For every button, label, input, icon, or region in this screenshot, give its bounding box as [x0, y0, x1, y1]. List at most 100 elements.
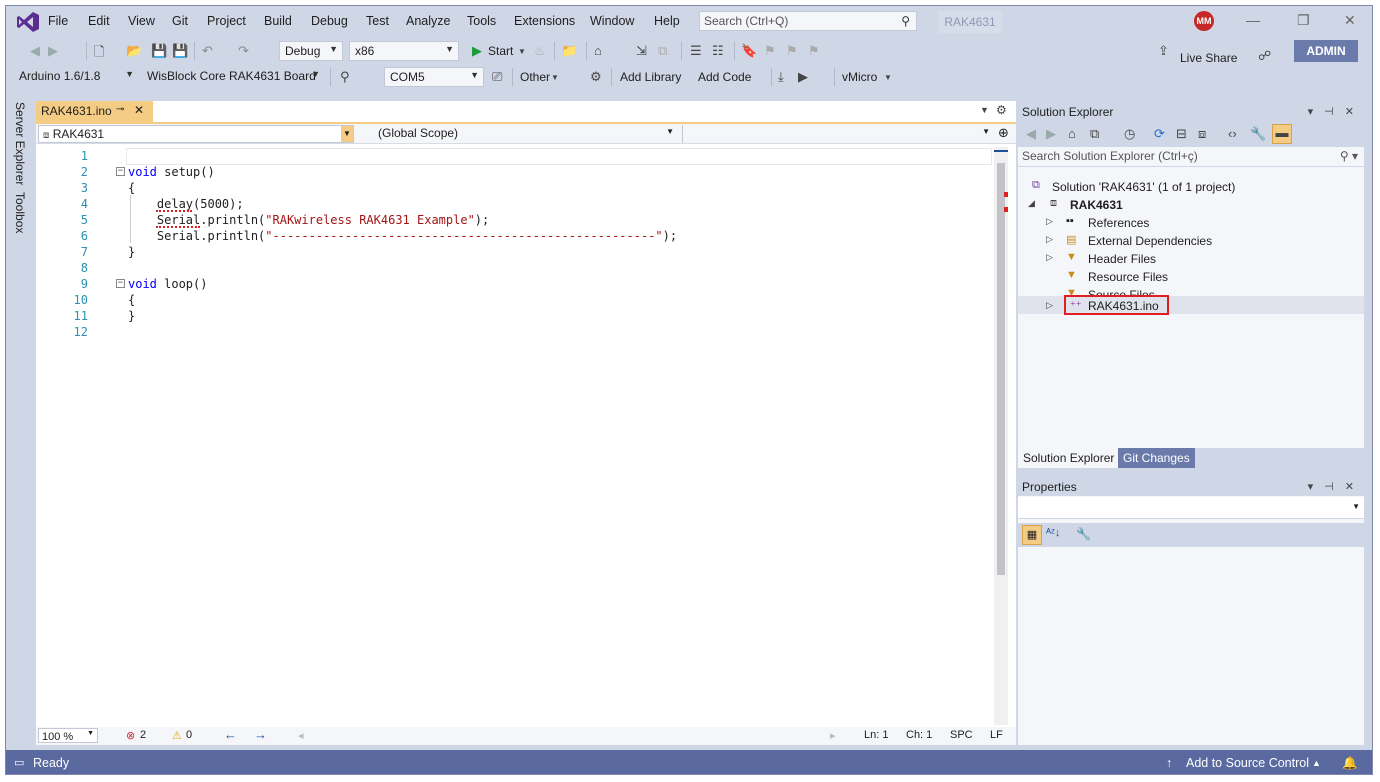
collapsed-arrow-icon[interactable]: ▷	[1046, 300, 1053, 311]
indent-mode[interactable]: SPC	[950, 729, 973, 741]
alphabetical-sort-icon[interactable]: ᴬᶻ↓	[1046, 527, 1060, 539]
back-icon[interactable]: ◀	[1026, 126, 1036, 142]
save-icon[interactable]: 💾	[151, 43, 167, 59]
collapse-icon[interactable]: −	[116, 279, 125, 288]
menu-git[interactable]: Git	[172, 14, 188, 28]
start-button[interactable]: Start	[488, 44, 513, 58]
copy-icon[interactable]: ⧉	[658, 43, 667, 59]
tree-item-external-dependencies[interactable]: ▷ ▤ External Dependencies	[1046, 232, 1346, 250]
uncomment-lines-icon[interactable]: ☷	[712, 43, 724, 59]
code-line[interactable]: 2 − void setup()	[36, 165, 994, 181]
back-icon[interactable]: ◀	[30, 43, 40, 59]
refresh-icon[interactable]: ⟳	[1154, 126, 1165, 142]
restore-icon[interactable]: ❐	[1297, 12, 1310, 29]
collapsed-arrow-icon[interactable]: ▷	[1046, 216, 1053, 227]
settings-gear-icon[interactable]: ⚙	[996, 103, 1007, 117]
live-share-button[interactable]: Live Share	[1180, 51, 1237, 65]
menu-file[interactable]: File	[48, 14, 68, 28]
solution-explorer-search-input[interactable]: Search Solution Explorer (Ctrl+ç) ⚲ ▾	[1018, 147, 1364, 167]
serial-monitor-icon[interactable]: ⎚	[492, 69, 502, 85]
zoom-select[interactable]: 100 % ▼	[38, 728, 98, 743]
code-line[interactable]: 8	[36, 261, 994, 277]
switch-views-icon[interactable]: ⧉	[1090, 126, 1099, 142]
configuration-select[interactable]: Debug ▼	[279, 41, 343, 61]
bookmark-icon[interactable]: 🔖	[741, 43, 757, 59]
tab-git-changes[interactable]: Git Changes	[1118, 448, 1195, 468]
split-window-icon[interactable]: ⊕	[998, 125, 1009, 141]
code-line[interactable]: 3{	[36, 181, 994, 197]
line-ending[interactable]: LF	[990, 729, 1003, 741]
tree-item-references[interactable]: ▷ ▪▪ References	[1046, 214, 1346, 232]
home-icon[interactable]: ⌂	[1068, 126, 1076, 141]
code-line[interactable]: 11}	[36, 309, 994, 325]
show-all-files-icon[interactable]: ⧈	[1198, 126, 1206, 142]
tab-dropdown-icon[interactable]: ▼	[980, 105, 989, 115]
code-line[interactable]: 6 Serial.println("----------------------…	[36, 229, 994, 245]
global-search-input[interactable]: Search (Ctrl+Q) ⚲	[699, 11, 917, 31]
scrollbar-thumb[interactable]	[997, 163, 1005, 575]
user-avatar[interactable]: MM	[1194, 11, 1214, 31]
new-project-icon[interactable]: 🗋	[94, 43, 104, 65]
properties-object-select[interactable]: ▼	[1018, 497, 1364, 519]
column-number[interactable]: Ch: 1	[906, 729, 932, 741]
error-icon[interactable]: ⊗	[126, 729, 135, 742]
global-scope-select[interactable]: (Global Scope) ▼	[358, 125, 678, 143]
chevron-up-icon[interactable]: ▲	[1312, 758, 1321, 768]
member-select[interactable]: ▼	[682, 125, 994, 143]
open-folder-icon[interactable]: 📂	[126, 43, 142, 59]
server-explorer-tab[interactable]: Server Explorer	[13, 102, 27, 185]
ide-version-select[interactable]: Arduino 1.6/1.8 ▼	[14, 67, 138, 87]
scroll-left-icon[interactable]: ◂	[298, 729, 304, 742]
tree-solution-node[interactable]: ⧉ Solution 'RAK4631' (1 of 1 project)	[1032, 178, 1352, 196]
add-code-menu[interactable]: Add Code	[698, 70, 751, 84]
menu-debug[interactable]: Debug	[311, 14, 348, 28]
close-window-icon[interactable]: ✕	[1344, 12, 1356, 29]
code-line[interactable]: 12	[36, 325, 994, 341]
chevron-down-icon[interactable]: ▼	[518, 47, 526, 56]
view-code-icon[interactable]: ‹›	[1228, 126, 1237, 141]
other-menu[interactable]: Other	[520, 70, 550, 84]
admin-badge[interactable]: ADMIN	[1294, 40, 1358, 62]
undo-icon[interactable]: ↶	[202, 43, 213, 59]
forward-icon[interactable]: ▶	[1046, 126, 1056, 142]
notifications-bell-icon[interactable]: 🔔	[1342, 756, 1358, 771]
close-tab-icon[interactable]: ✕	[134, 103, 144, 117]
code-line[interactable]: 9 − void loop()	[36, 277, 994, 293]
pending-changes-icon[interactable]: ◷	[1124, 126, 1135, 142]
menu-window[interactable]: Window	[590, 14, 634, 28]
minimize-icon[interactable]: —	[1246, 12, 1260, 28]
live-share-icon[interactable]: ⇪	[1158, 43, 1169, 59]
forward-icon[interactable]: ▶	[48, 43, 58, 59]
clear-bookmarks-icon[interactable]: ⚑	[808, 43, 820, 59]
tree-item-rak4631-ino[interactable]: ▷ ⁺⁺ RAK4631.ino	[1046, 295, 1346, 315]
arrow-up-icon[interactable]: ↑	[1166, 756, 1172, 770]
add-to-source-control-button[interactable]: Add to Source Control	[1186, 756, 1309, 770]
menu-test[interactable]: Test	[366, 14, 389, 28]
panel-window-controls[interactable]: ▾ ⊣ ✕	[1308, 480, 1358, 493]
preview-selected-icon[interactable]: ▬	[1272, 124, 1292, 144]
gear-icon[interactable]: ⚙	[590, 69, 602, 85]
step-icon[interactable]: ⇲	[636, 43, 647, 59]
panel-window-controls[interactable]: ▾ ⊣ ✕	[1308, 105, 1358, 118]
warning-icon[interactable]: ⚠	[172, 729, 182, 742]
line-number[interactable]: Ln: 1	[864, 729, 888, 741]
board-select[interactable]: WisBlock Core RAK4631 Board ▼	[142, 67, 324, 87]
property-pages-wrench-icon[interactable]: 🔧	[1076, 527, 1091, 541]
save-all-icon[interactable]: 💾	[172, 43, 188, 59]
tree-item-resource-files[interactable]: ▼ Resource Files	[1046, 268, 1346, 286]
upload-icon[interactable]: ⤓	[778, 69, 784, 85]
properties-wrench-icon[interactable]: 🔧	[1250, 126, 1266, 142]
toolbox-tab[interactable]: Toolbox	[13, 192, 27, 233]
menu-help[interactable]: Help	[654, 14, 680, 28]
vertical-scrollbar[interactable]	[994, 147, 1008, 725]
vmicro-menu[interactable]: vMicro	[842, 70, 877, 84]
run-icon[interactable]: ▶	[798, 69, 808, 85]
expanded-arrow-icon[interactable]: ◢	[1028, 198, 1035, 209]
menu-view[interactable]: View	[128, 14, 155, 28]
add-library-menu[interactable]: Add Library	[620, 70, 681, 84]
menu-edit[interactable]: Edit	[88, 14, 110, 28]
collapsed-arrow-icon[interactable]: ▷	[1046, 234, 1053, 245]
menu-analyze[interactable]: Analyze	[406, 14, 450, 28]
collapsed-arrow-icon[interactable]: ▷	[1046, 252, 1053, 263]
prev-bookmark-icon[interactable]: ⚑	[764, 43, 776, 59]
